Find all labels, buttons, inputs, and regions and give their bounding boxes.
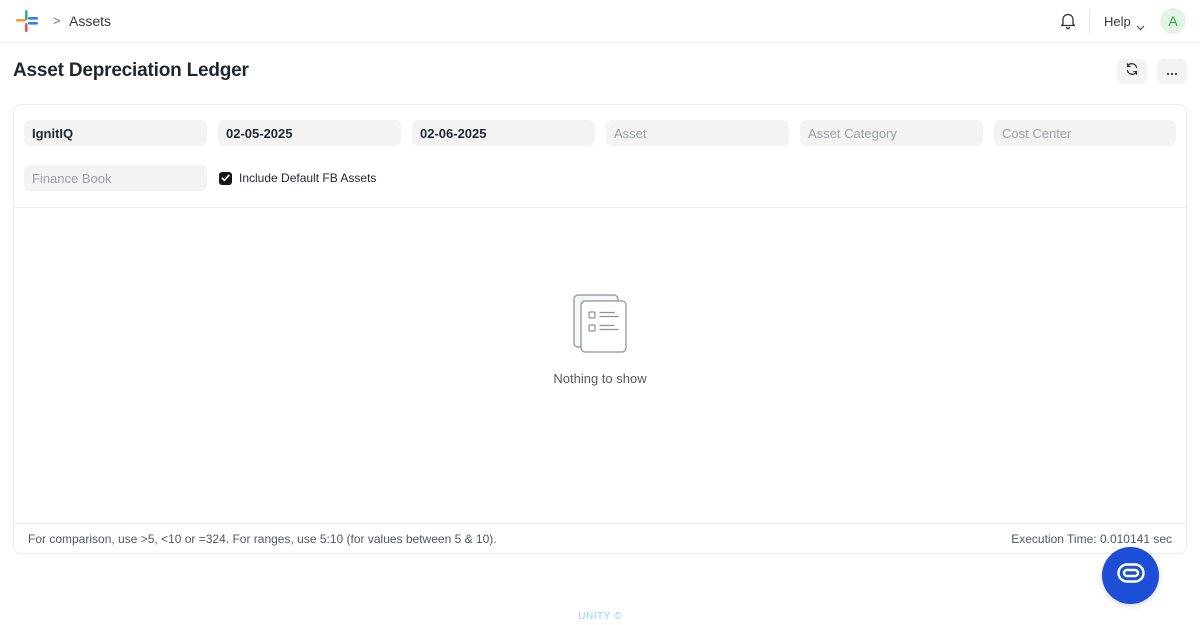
breadcrumb-assets[interactable]: Assets [69,13,111,29]
chevron-down-icon[interactable] [1136,18,1145,31]
more-actions-button[interactable] [1157,59,1187,84]
empty-state: Nothing to show [14,208,1186,523]
company-filter[interactable]: IgnitIQ [24,120,207,146]
ellipsis-icon [1166,63,1178,81]
cost-center-filter[interactable]: Cost Center [994,120,1176,146]
asset-category-filter[interactable]: Asset Category [800,120,983,146]
app-logo-icon[interactable] [14,9,40,33]
refresh-icon [1125,62,1139,81]
include-default-fb-checkbox-row[interactable]: Include Default FB Assets [219,170,376,186]
bell-icon[interactable] [1059,11,1077,30]
asset-filter[interactable]: Asset [606,120,789,146]
chat-button[interactable] [1102,547,1159,604]
brand-footer: UNITY © [578,611,622,622]
execution-time: Execution Time: 0.010141 sec [1011,532,1172,546]
page-title: Asset Depreciation Ledger [13,60,249,81]
breadcrumb-separator: > [53,13,61,28]
to-date-filter[interactable]: 02-06-2025 [412,120,595,146]
navbar: > Assets Help A [0,0,1200,43]
report-card: IgnitIQ 02-05-2025 02-06-2025 Asset Asse… [13,104,1187,554]
filter-hint-text: For comparison, use >5, <10 or =324. For… [28,532,497,546]
avatar[interactable]: A [1160,8,1186,34]
refresh-button[interactable] [1117,59,1147,84]
empty-list-icon [572,294,628,354]
footer-divider [14,523,1186,524]
from-date-filter[interactable]: 02-05-2025 [218,120,401,146]
include-default-fb-label: Include Default FB Assets [239,171,377,185]
include-default-fb-checkbox[interactable] [219,171,232,185]
empty-message: Nothing to show [553,371,647,386]
finance-book-filter[interactable]: Finance Book [24,165,207,191]
help-menu[interactable]: Help [1104,14,1131,29]
chat-icon [1116,562,1146,589]
navbar-divider [1089,9,1090,33]
